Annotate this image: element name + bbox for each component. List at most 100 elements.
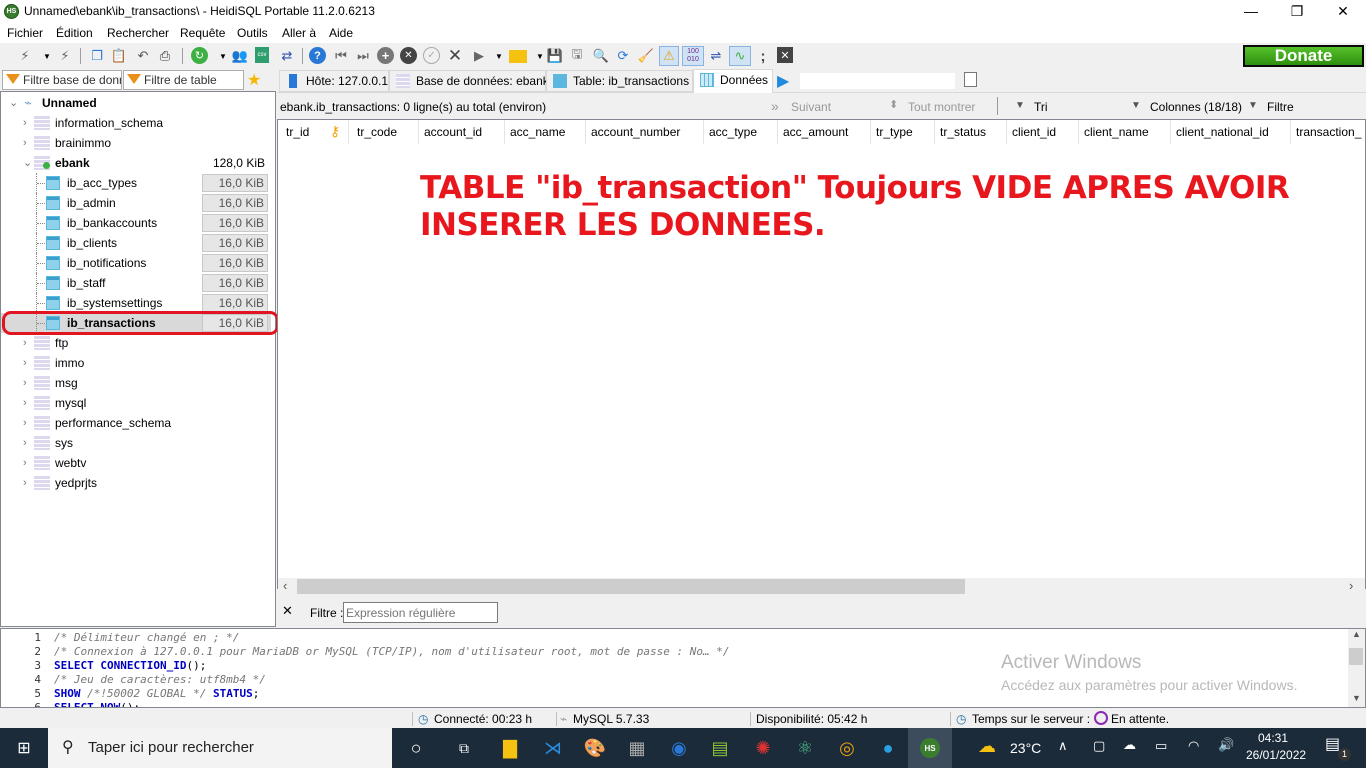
chevron-right-icon[interactable]: › (23, 473, 27, 493)
vscode-icon[interactable]: ⋊ (539, 734, 567, 762)
column-header-acc_type[interactable]: acc_type (709, 125, 757, 139)
delete-row-icon[interactable]: ✕ (400, 47, 417, 64)
column-header-account_id[interactable]: account_id (424, 125, 482, 139)
restore-button[interactable]: ❐ (1274, 0, 1320, 23)
weather-icon[interactable]: ☁ (978, 736, 996, 757)
tree-table-ib_notifications[interactable]: ib_notifications 16,0 KiB (1, 253, 271, 273)
clock-date[interactable]: 26/01/2022 (1246, 748, 1306, 762)
new-query-tab-icon[interactable] (964, 72, 977, 87)
database-filter-input[interactable]: Filtre base de donr (2, 70, 122, 90)
meet-now-icon[interactable]: ▢ (1093, 738, 1105, 754)
dropdown-icon[interactable]: ▼ (38, 47, 56, 65)
stop-icon[interactable]: ✕ (777, 47, 793, 63)
chevron-right-icon[interactable]: › (23, 333, 27, 353)
menu-aide[interactable]: Aide (329, 26, 353, 40)
weather-temperature[interactable]: 23°C (1010, 740, 1041, 756)
column-header-tr_id[interactable]: tr_id (286, 125, 309, 139)
refresh-icon[interactable]: ↻ (191, 47, 208, 64)
warning-icon[interactable]: ⚠ (659, 46, 679, 66)
next-button[interactable]: Suivant (791, 100, 831, 114)
last-record-icon[interactable]: ⏭ (354, 47, 372, 65)
sort-button[interactable]: Tri (1034, 100, 1048, 114)
chevron-down-icon[interactable]: ⌄ (23, 153, 32, 173)
sql-log[interactable]: 1 /* Délimiteur changé en ; */ 2 /* Connexi… (0, 628, 1366, 708)
atom-icon[interactable]: ⚛ (791, 734, 819, 762)
sync-icon[interactable]: ∿ (729, 46, 751, 66)
dropdown-icon[interactable]: ▼ (490, 47, 508, 65)
clock-time[interactable]: 04:31 (1248, 731, 1298, 745)
onedrive-icon[interactable]: ☁ (1123, 737, 1136, 753)
calculator-icon[interactable]: ▦ (623, 734, 651, 762)
menu-fichier[interactable]: Fichier (7, 26, 43, 40)
scrollbar-thumb[interactable] (297, 579, 965, 594)
tab-data[interactable]: Données (693, 69, 773, 93)
column-header-transaction_[interactable]: transaction_ (1296, 125, 1361, 139)
column-header-acc_name[interactable]: acc_name (510, 125, 565, 139)
log-vertical-scrollbar[interactable]: ▲ ▼ (1348, 629, 1365, 707)
column-header-account_number[interactable]: account_number (591, 125, 680, 139)
tree-database-performance_schema[interactable]: › performance_schema (1, 413, 271, 433)
volume-icon[interactable]: 🔊 (1218, 737, 1234, 753)
menu-edition[interactable]: Édition (56, 26, 93, 40)
tree-table-ib_admin[interactable]: ib_admin 16,0 KiB (1, 193, 271, 213)
paste-icon[interactable]: 📋 (110, 47, 128, 65)
regex-filter-input[interactable] (343, 602, 498, 623)
tree-database-webtv[interactable]: › webtv (1, 453, 271, 473)
chevron-right-icon[interactable]: › (23, 433, 27, 453)
column-header-tr_code[interactable]: tr_code (357, 125, 397, 139)
tree-database-immo[interactable]: › immo (1, 353, 271, 373)
tree-database-ftp[interactable]: › ftp (1, 333, 271, 353)
app-icon[interactable]: ◉ (665, 734, 693, 762)
tree-table-ib_bankaccounts[interactable]: ib_bankaccounts 16,0 KiB (1, 213, 271, 233)
tree-database-msg[interactable]: › msg (1, 373, 271, 393)
log-scrollbar-thumb[interactable] (1349, 648, 1363, 665)
open-folder-icon[interactable] (509, 50, 527, 63)
binary-icon[interactable]: 100 010 (682, 46, 704, 66)
chevron-right-icon[interactable]: › (23, 393, 27, 413)
find-icon[interactable]: 🔍 (592, 47, 610, 65)
cortana-icon[interactable]: ○ (402, 734, 430, 762)
import-icon[interactable]: ⇄ (278, 47, 296, 65)
wifi-icon[interactable]: ◠ (1188, 738, 1199, 754)
tab-table[interactable]: Table: ib_transactions (546, 70, 693, 92)
minimize-button[interactable]: — (1228, 0, 1274, 23)
menu-rechercher[interactable]: Rechercher (107, 26, 169, 40)
add-row-icon[interactable]: + (377, 47, 394, 64)
scroll-right-icon[interactable]: › (1349, 578, 1353, 593)
task-view-icon[interactable]: ⧉ (450, 734, 478, 762)
chevron-right-icon[interactable]: › (23, 453, 27, 473)
export-csv-icon[interactable]: csv (255, 47, 269, 63)
clean-icon[interactable]: 🧹 (637, 47, 655, 65)
help-icon[interactable]: ? (309, 47, 326, 64)
menu-aller-a[interactable]: Aller à (282, 26, 316, 40)
tab-database[interactable]: Base de données: ebank (389, 70, 549, 92)
battery-icon[interactable]: ▭ (1155, 738, 1167, 754)
tree-database-brainimmo[interactable]: › brainimmo (1, 133, 271, 153)
horizontal-scrollbar[interactable]: ‹ › (278, 578, 1365, 595)
query-tab-input[interactable] (800, 73, 955, 89)
usb-fix-icon[interactable]: ✺ (749, 734, 777, 762)
tree-database-information_schema[interactable]: › information_schema (1, 113, 271, 133)
column-header-client_national_id[interactable]: client_national_id (1176, 125, 1269, 139)
favorites-star-icon[interactable]: ★ (247, 70, 261, 90)
undo-icon[interactable]: ↶ (134, 47, 152, 65)
tab-host[interactable]: Hôte: 127.0.0.1 (279, 70, 389, 92)
tree-table-ib_acc_types[interactable]: ib_acc_types 16,0 KiB (1, 173, 271, 193)
close-filter-button[interactable]: ✕ (282, 603, 293, 619)
tree-database-ebank[interactable]: ⌄ ebank 128,0 KiB (1, 153, 271, 173)
windows-start-icon[interactable]: ⊞ (10, 734, 38, 762)
tree-database-yedprjts[interactable]: › yedprjts (1, 473, 271, 493)
copy-icon[interactable]: ❐ (88, 47, 106, 65)
run-query-icon[interactable]: ▶ (777, 71, 789, 91)
filter-button[interactable]: Filtre (1267, 100, 1294, 114)
chevron-right-icon[interactable]: › (23, 353, 27, 373)
tree-database-mysql[interactable]: › mysql (1, 393, 271, 413)
chevron-down-icon[interactable]: ⌄ (9, 93, 18, 113)
elephant-icon[interactable]: ● (874, 734, 902, 762)
column-header-tr_type[interactable]: tr_type (876, 125, 913, 139)
tree-root-unnamed[interactable]: ⌄ ⌁ Unnamed (1, 93, 271, 113)
tree-table-ib_systemsettings[interactable]: ib_systemsettings 16,0 KiB (1, 293, 271, 313)
donate-button[interactable]: Donate (1243, 45, 1364, 67)
scroll-up-icon[interactable]: ▲ (1352, 629, 1361, 639)
heidisql-taskbar-icon[interactable]: HS (908, 728, 952, 768)
